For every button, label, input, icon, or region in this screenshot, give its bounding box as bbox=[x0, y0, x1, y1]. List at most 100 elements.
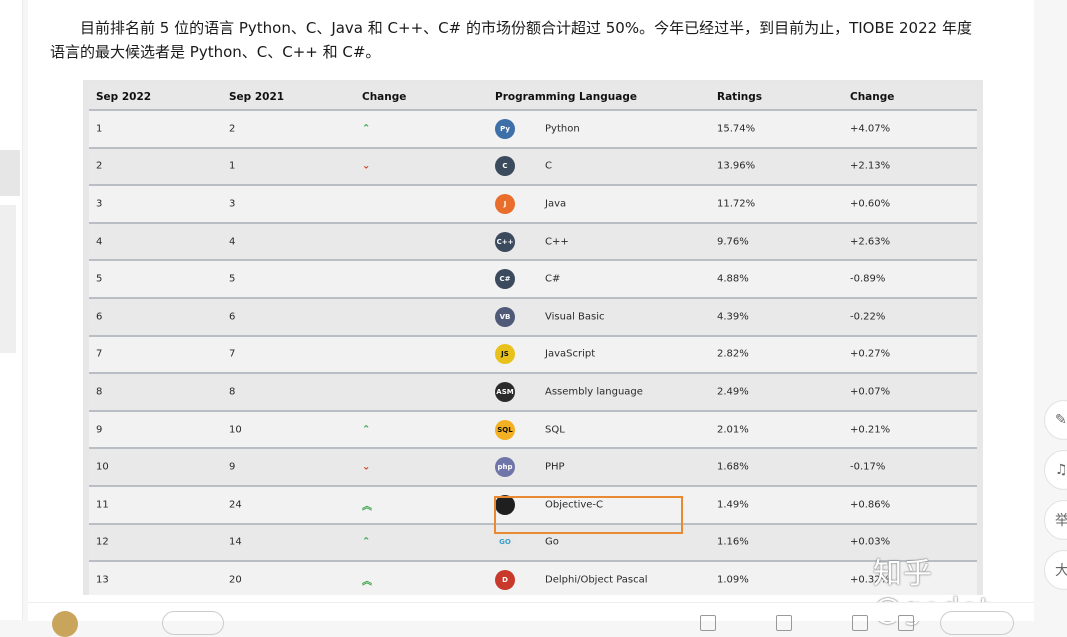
cell-change: +0.03% bbox=[850, 536, 891, 548]
cell-rank: 8 bbox=[96, 386, 103, 398]
logo-mark: php bbox=[495, 457, 515, 478]
cell-language: Python bbox=[545, 123, 580, 135]
table-row: 13 20 ︽ D Delphi/Object Pascal 1.09% +0.32% bbox=[89, 562, 977, 595]
cell-rating: 4.39% bbox=[717, 311, 749, 323]
header-sep-2021: Sep 2021 bbox=[229, 91, 285, 103]
cell-change: +0.60% bbox=[850, 198, 891, 210]
cell-prev-rank: 20 bbox=[229, 574, 242, 586]
logo-mark: C bbox=[495, 156, 515, 177]
cell-change: -0.17% bbox=[850, 461, 886, 473]
logo-mark: VB bbox=[495, 306, 515, 327]
table-row: 2 1 ⌄ C C 13.96% +2.13% bbox=[89, 148, 977, 187]
cell-rank: 7 bbox=[96, 348, 103, 360]
trend-up-icon: ⌃ bbox=[362, 123, 371, 135]
cell-rank: 2 bbox=[96, 160, 103, 172]
trend-up-icon: ︽ bbox=[362, 501, 372, 513]
language-logo-icon: php bbox=[495, 457, 515, 478]
bookmark-icon[interactable] bbox=[776, 615, 792, 631]
trend-up-icon: ⌃ bbox=[362, 424, 371, 436]
cell-language: Assembly language bbox=[545, 386, 643, 398]
paragraph-line-2: 语言的最大候选者是 Python、C、C++ 和 C#。 bbox=[50, 43, 381, 61]
cell-change: -0.89% bbox=[850, 273, 886, 285]
cell-prev-rank: 9 bbox=[229, 461, 236, 473]
cell-rating: 2.49% bbox=[717, 386, 749, 398]
cell-prev-rank: 4 bbox=[229, 236, 236, 248]
cell-change: +4.07% bbox=[850, 123, 891, 135]
left-rail-tab[interactable] bbox=[0, 150, 20, 196]
cell-prev-rank: 10 bbox=[229, 424, 242, 436]
cell-prev-rank: 3 bbox=[229, 198, 236, 210]
headphones-icon[interactable]: ♫ bbox=[1044, 450, 1067, 490]
cell-language: Visual Basic bbox=[545, 311, 605, 323]
report-icon[interactable]: 举 bbox=[1044, 500, 1067, 540]
cell-language: C bbox=[545, 160, 552, 172]
trend-down-icon: ⌄ bbox=[362, 461, 371, 473]
header-sep-2022: Sep 2022 bbox=[96, 91, 152, 103]
paragraph-line-1: 目前排名前 5 位的语言 Python、C、Java 和 C++、C# 的市场份… bbox=[80, 19, 972, 37]
comment-icon[interactable] bbox=[700, 615, 716, 631]
table-row: 7 7 JS JavaScript 2.82% +0.27% bbox=[89, 336, 977, 375]
cell-rating: 15.74% bbox=[717, 123, 756, 135]
cell-rating: 1.49% bbox=[717, 499, 749, 511]
cell-rating: 13.96% bbox=[717, 160, 756, 172]
edit-icon[interactable]: ✎ bbox=[1044, 400, 1067, 440]
action-button[interactable] bbox=[940, 611, 1014, 635]
cell-language: C# bbox=[545, 273, 561, 285]
table-row: 5 5 C# C# 4.88% -0.89% bbox=[89, 261, 977, 299]
cell-language: Delphi/Object Pascal bbox=[545, 574, 648, 586]
table-row: 6 6 VB Visual Basic 4.39% -0.22% bbox=[89, 298, 977, 337]
language-logo-icon: C++ bbox=[495, 231, 515, 252]
cell-rating: 1.09% bbox=[717, 574, 749, 586]
cell-rank: 9 bbox=[96, 424, 103, 436]
logo-mark: SQL bbox=[495, 419, 515, 440]
language-logo-icon: C# bbox=[495, 269, 515, 290]
language-logo-icon: J bbox=[495, 193, 515, 214]
follow-button[interactable] bbox=[162, 611, 224, 635]
cell-rating: 4.88% bbox=[717, 273, 749, 285]
cell-prev-rank: 8 bbox=[229, 386, 236, 398]
cell-language: PHP bbox=[545, 461, 565, 473]
cell-language: C++ bbox=[545, 236, 569, 248]
cell-prev-rank: 6 bbox=[229, 311, 236, 323]
table-row: 4 4 C++ C++ 9.76% +2.63% bbox=[89, 223, 977, 262]
text-size-icon[interactable]: 大 bbox=[1044, 550, 1067, 590]
logo-mark: ASM bbox=[495, 381, 515, 402]
cell-change: +2.13% bbox=[850, 160, 891, 172]
trend-up-icon: ︽ bbox=[362, 576, 372, 588]
language-logo-icon: VB bbox=[495, 306, 515, 327]
cell-rank: 6 bbox=[96, 311, 103, 323]
author-bar bbox=[28, 602, 1034, 637]
embedded-tiobe-image[interactable]: Sep 2022 Sep 2021 Change Programming Lan… bbox=[83, 80, 983, 595]
logo-mark: Py bbox=[495, 118, 515, 139]
logo-mark: C++ bbox=[495, 231, 515, 252]
cell-rating: 2.01% bbox=[717, 424, 749, 436]
cell-rank: 5 bbox=[96, 273, 103, 285]
header-ratings: Ratings bbox=[717, 91, 763, 103]
table-header: Sep 2022 Sep 2021 Change Programming Lan… bbox=[89, 85, 977, 111]
header-language: Programming Language bbox=[495, 91, 637, 103]
cell-prev-rank: 1 bbox=[229, 160, 236, 172]
cell-rank: 3 bbox=[96, 198, 103, 210]
language-logo-icon: SQL bbox=[495, 419, 515, 440]
table-row: 8 8 ASM Assembly language 2.49% +0.07% bbox=[89, 374, 977, 412]
language-logo-icon: C bbox=[495, 156, 515, 177]
table-row: 9 10 ⌃ SQL SQL 2.01% +0.21% bbox=[89, 411, 977, 450]
left-rail bbox=[0, 0, 23, 620]
table-row: 1 2 ⌃ Py Python 15.74% +4.07% bbox=[89, 111, 977, 149]
cell-rating: 1.68% bbox=[717, 461, 749, 473]
left-rail-scroll[interactable] bbox=[0, 205, 16, 353]
more-icon[interactable] bbox=[898, 615, 914, 631]
cell-rank: 12 bbox=[96, 536, 109, 548]
cell-change: -0.22% bbox=[850, 311, 886, 323]
cell-prev-rank: 7 bbox=[229, 348, 236, 360]
cell-rank: 11 bbox=[96, 499, 109, 511]
cell-rating: 2.82% bbox=[717, 348, 749, 360]
trend-up-icon: ⌃ bbox=[362, 536, 371, 548]
cell-rank: 4 bbox=[96, 236, 103, 248]
cell-language: Java bbox=[545, 198, 567, 210]
cell-prev-rank: 5 bbox=[229, 273, 236, 285]
share-icon[interactable] bbox=[852, 615, 868, 631]
language-logo-icon: ASM bbox=[495, 381, 515, 402]
article-content: 目前排名前 5 位的语言 Python、C、Java 和 C++、C# 的市场份… bbox=[28, 0, 1034, 626]
avatar[interactable] bbox=[52, 611, 78, 637]
